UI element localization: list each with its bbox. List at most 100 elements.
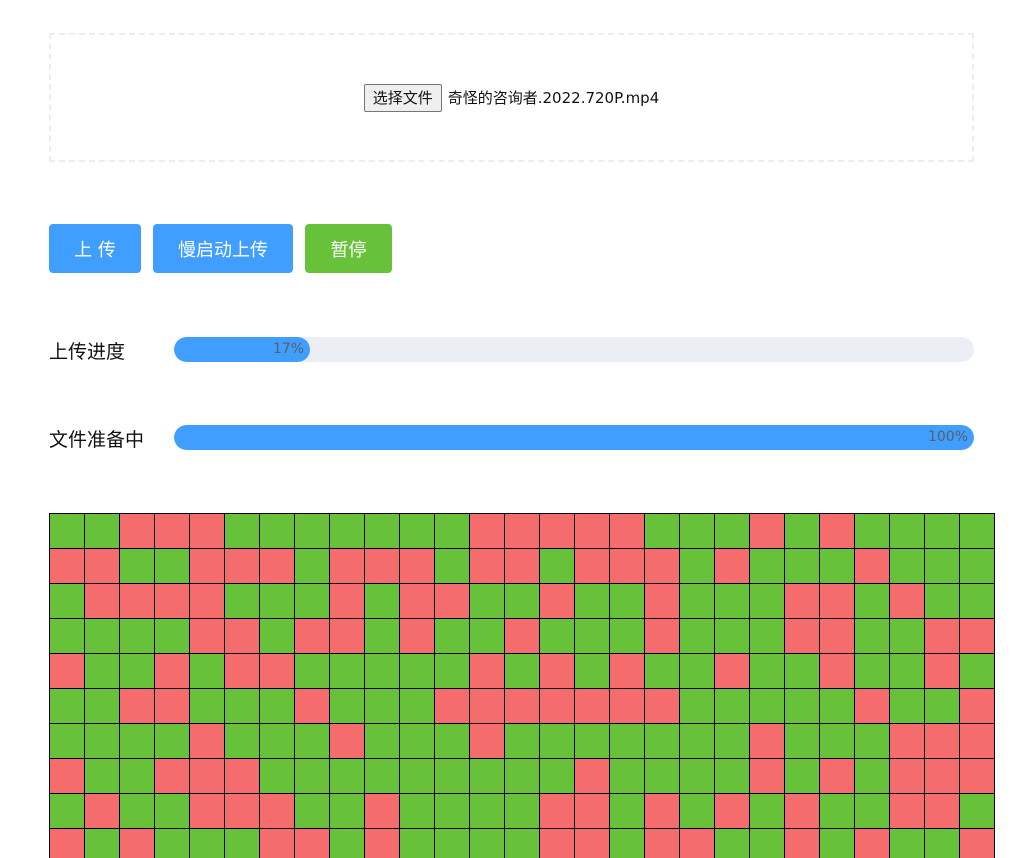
chunk-cell-uploaded (890, 619, 925, 654)
chunk-cell-pending (120, 514, 155, 549)
chunk-cell-uploaded (855, 514, 890, 549)
chunk-cell-pending (820, 654, 855, 689)
slow-start-upload-button[interactable]: 慢启动上传 (153, 224, 293, 273)
chunk-cell-pending (960, 689, 995, 724)
chunk-cell-uploaded (260, 584, 295, 619)
chunk-cell-uploaded (155, 549, 190, 584)
chunk-cell-uploaded (120, 549, 155, 584)
chunk-cell-uploaded (680, 654, 715, 689)
chunk-cell-uploaded (680, 794, 715, 829)
choose-file-button[interactable]: 选择文件 (363, 83, 442, 112)
chunk-cell-pending (645, 689, 680, 724)
chunk-cell-uploaded (295, 759, 330, 794)
chunk-cell-uploaded (645, 759, 680, 794)
chunk-cell-pending (820, 584, 855, 619)
chunk-cell-pending (190, 619, 225, 654)
chunk-cell-uploaded (85, 619, 120, 654)
chunk-cell-uploaded (85, 514, 120, 549)
chunk-cell-uploaded (225, 689, 260, 724)
chunk-cell-uploaded (610, 829, 645, 858)
chunk-cell-pending (855, 829, 890, 858)
chunk-cell-uploaded (715, 759, 750, 794)
selected-file-name: 奇怪的咨询者.2022.720P.mp4 (447, 89, 660, 107)
chunk-cell-uploaded (295, 584, 330, 619)
chunk-cell-uploaded (855, 584, 890, 619)
chunk-cell-uploaded (330, 654, 365, 689)
chunk-cell-uploaded (610, 794, 645, 829)
chunk-cell-uploaded (785, 514, 820, 549)
chunk-cell-uploaded (680, 514, 715, 549)
chunk-cell-uploaded (365, 654, 400, 689)
chunk-cell-uploaded (470, 794, 505, 829)
chunk-cell-pending (925, 619, 960, 654)
chunk-cell-pending (85, 584, 120, 619)
upload-progress-bar: 17% (174, 337, 974, 362)
chunk-cell-pending (435, 584, 470, 619)
chunk-cell-pending (645, 549, 680, 584)
chunk-cell-uploaded (85, 724, 120, 759)
pause-button[interactable]: 暂停 (305, 224, 392, 273)
chunk-cell-uploaded (120, 619, 155, 654)
chunk-upload-page: 选择文件 奇怪的咨询者.2022.720P.mp4 上 传 慢启动上传 暂停 上… (0, 0, 1019, 858)
chunk-cell-uploaded (120, 794, 155, 829)
chunk-cell-uploaded (575, 584, 610, 619)
chunk-cell-uploaded (225, 514, 260, 549)
chunk-cell-uploaded (680, 689, 715, 724)
chunk-cell-uploaded (190, 689, 225, 724)
chunk-cell-pending (715, 794, 750, 829)
chunk-cell-uploaded (960, 584, 995, 619)
chunk-cell-uploaded (295, 514, 330, 549)
chunk-cell-uploaded (680, 619, 715, 654)
chunk-cell-uploaded (365, 514, 400, 549)
chunk-cell-uploaded (750, 794, 785, 829)
chunk-cell-uploaded (435, 724, 470, 759)
chunk-cell-uploaded (855, 794, 890, 829)
chunk-cell-pending (890, 724, 925, 759)
chunk-cell-pending (85, 794, 120, 829)
chunk-cell-uploaded (750, 829, 785, 858)
chunk-cell-uploaded (470, 619, 505, 654)
chunk-cell-pending (120, 584, 155, 619)
chunk-cell-pending (645, 584, 680, 619)
chunk-cell-pending (225, 549, 260, 584)
chunk-cell-pending (540, 794, 575, 829)
chunk-cell-uploaded (890, 829, 925, 858)
chunk-cell-pending (925, 724, 960, 759)
chunk-cell-pending (540, 584, 575, 619)
chunk-cell-pending (155, 759, 190, 794)
chunk-cell-uploaded (400, 514, 435, 549)
chunk-cell-uploaded (680, 724, 715, 759)
chunk-cell-pending (890, 759, 925, 794)
file-input[interactable]: 选择文件 奇怪的咨询者.2022.720P.mp4 (363, 83, 660, 112)
chunk-cell-pending (330, 619, 365, 654)
chunk-cell-pending (505, 619, 540, 654)
chunk-cell-pending (365, 794, 400, 829)
chunk-cell-pending (960, 724, 995, 759)
chunk-cell-uploaded (190, 829, 225, 858)
chunk-cell-uploaded (400, 689, 435, 724)
chunk-cell-uploaded (435, 549, 470, 584)
chunk-cell-pending (120, 829, 155, 858)
chunk-cell-uploaded (505, 759, 540, 794)
upload-progress-fill: 17% (174, 337, 310, 362)
chunk-cell-uploaded (505, 829, 540, 858)
chunk-cell-uploaded (85, 654, 120, 689)
chunk-cell-uploaded (820, 689, 855, 724)
chunk-cell-uploaded (785, 724, 820, 759)
chunk-cell-uploaded (505, 794, 540, 829)
chunk-cell-pending (330, 584, 365, 619)
chunk-status-grid (49, 513, 995, 858)
chunk-cell-pending (960, 619, 995, 654)
file-drop-zone[interactable]: 选择文件 奇怪的咨询者.2022.720P.mp4 (49, 33, 974, 162)
chunk-cell-uploaded (925, 829, 960, 858)
chunk-cell-pending (750, 759, 785, 794)
chunk-cell-uploaded (785, 549, 820, 584)
chunk-cell-pending (575, 514, 610, 549)
chunk-cell-uploaded (750, 619, 785, 654)
chunk-cell-pending (225, 619, 260, 654)
chunk-cell-uploaded (155, 794, 190, 829)
chunk-cell-pending (190, 549, 225, 584)
chunk-cell-uploaded (750, 654, 785, 689)
upload-button[interactable]: 上 传 (49, 224, 141, 273)
chunk-cell-uploaded (225, 724, 260, 759)
